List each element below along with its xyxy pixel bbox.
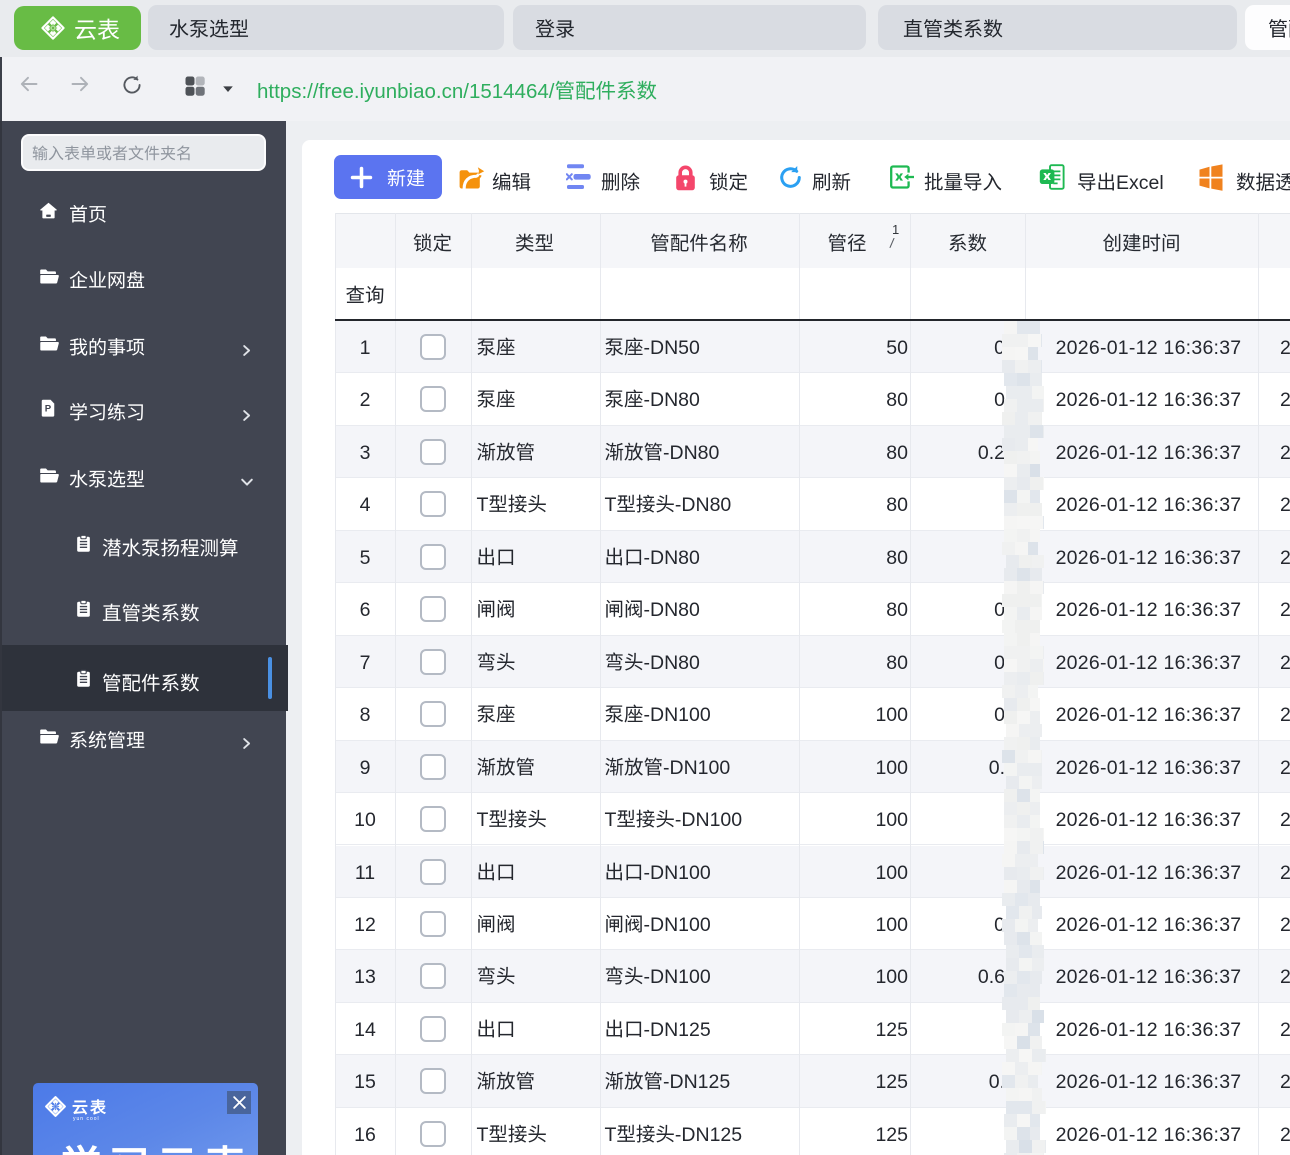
svg-text:P: P <box>45 404 52 415</box>
